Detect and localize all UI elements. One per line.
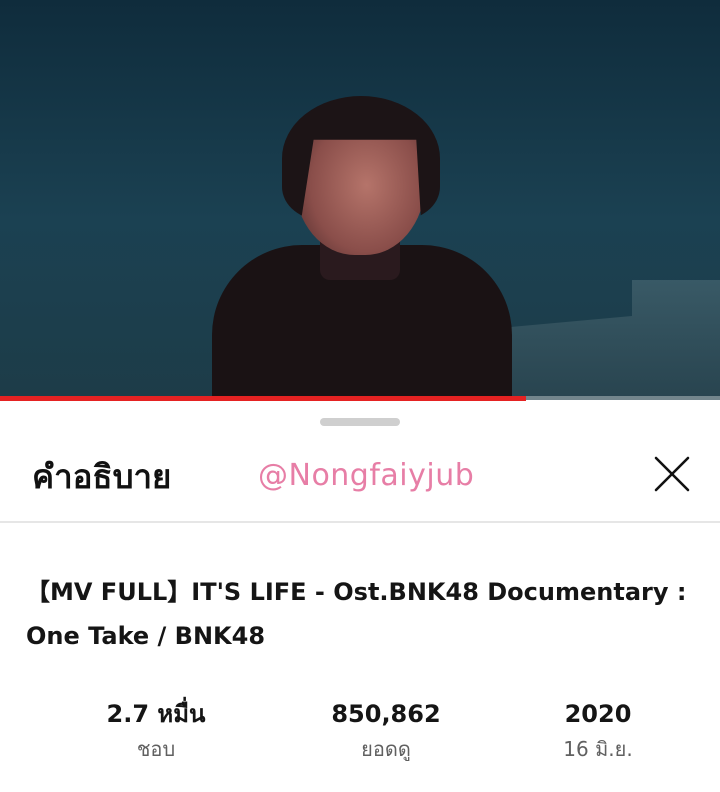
stat-likes: 2.7 หมื่น ชอบ: [36, 698, 276, 764]
stat-likes-label: ชอบ: [136, 737, 176, 761]
description-sheet: คำอธิบาย @Nongfaiyjub 【MV FULL】IT'S LIFE…: [0, 402, 720, 792]
stat-date-day: 16 มิ.ย.: [563, 737, 633, 761]
stat-date: 2020 16 มิ.ย.: [478, 698, 718, 764]
video-background-building: [500, 280, 720, 400]
video-progress-bar[interactable]: [0, 396, 720, 401]
sheet-title: คำอธิบาย: [32, 457, 172, 496]
close-x-icon: [654, 456, 690, 492]
stat-views-label: ยอดดู: [361, 737, 411, 761]
sheet-drag-handle[interactable]: [320, 418, 400, 426]
stat-views-value: 850,862: [331, 700, 441, 728]
watermark-handle: @Nongfaiyjub: [258, 458, 475, 493]
stat-date-year: 2020: [564, 700, 632, 728]
video-title: 【MV FULL】IT'S LIFE - Ost.BNK48 Documenta…: [26, 578, 687, 650]
close-button[interactable]: [644, 446, 700, 502]
sheet-header-divider: [0, 521, 720, 523]
stat-likes-value: 2.7 หมื่น: [106, 700, 206, 728]
video-player[interactable]: [0, 0, 720, 400]
video-progress-fill: [0, 396, 526, 401]
stat-views: 850,862 ยอดดู: [266, 698, 506, 764]
